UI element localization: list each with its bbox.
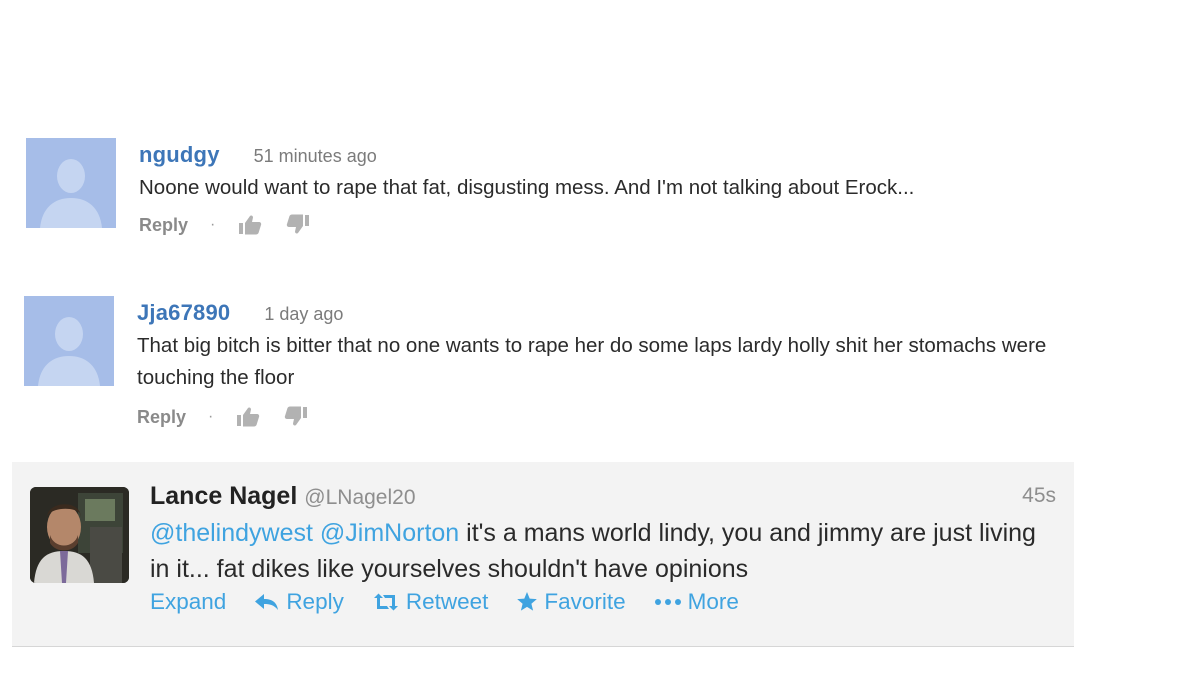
reply-arrow-icon (254, 593, 280, 611)
comment-timestamp[interactable]: 1 day ago (264, 304, 343, 325)
default-avatar[interactable] (26, 138, 116, 228)
retweet-label: Retweet (405, 589, 489, 614)
tweet-text: @thelindywest @JimNorton it's a mans wor… (150, 515, 1056, 587)
comment-text: Noone would want to rape that fat, disgu… (139, 176, 915, 199)
comment-text: That big bitch is bitter that no one wan… (137, 334, 1047, 389)
tweet-actions: Expand Reply Retweet Favorite More (150, 589, 1056, 615)
thumbs-up-icon[interactable] (237, 212, 263, 238)
tweet-author-name[interactable]: Lance Nagel (150, 482, 297, 511)
reply-label: Reply (286, 589, 344, 614)
mention-link[interactable]: @thelindywest (150, 519, 313, 547)
more-label: More (687, 589, 739, 614)
profile-photo (30, 487, 129, 583)
expand-label: Expand (150, 589, 227, 614)
comment-timestamp[interactable]: 51 minutes ago (254, 146, 377, 167)
page: ngudgy 51 minutes ago Noone would want t… (0, 0, 1200, 675)
mention-link[interactable]: @JimNorton (320, 519, 459, 547)
ellipsis-icon (654, 597, 682, 607)
star-icon (516, 591, 538, 613)
tweet-avatar[interactable] (30, 487, 129, 583)
user-silhouette-icon (26, 138, 116, 228)
thumbs-down-icon[interactable] (285, 212, 311, 238)
favorite-button[interactable]: Favorite (516, 589, 626, 615)
more-button[interactable]: More (654, 589, 739, 615)
expand-link[interactable]: Expand (150, 589, 226, 615)
default-avatar[interactable] (24, 296, 114, 386)
reply-button[interactable]: Reply (137, 407, 186, 428)
tweet-author-handle[interactable]: @LNagel20 (304, 486, 415, 510)
retweet-icon (372, 593, 400, 611)
comment-username[interactable]: ngudgy (139, 142, 220, 168)
retweet-button[interactable]: Retweet (372, 589, 489, 615)
reply-button[interactable]: Reply (139, 215, 188, 236)
separator-dot: · (210, 216, 216, 233)
tweet-card[interactable]: Lance Nagel @LNagel20 45s @thelindywest … (12, 462, 1074, 647)
reply-button[interactable]: Reply (254, 589, 344, 615)
comment-username[interactable]: Jja67890 (137, 300, 230, 326)
separator-dot: · (208, 408, 214, 425)
thumbs-up-icon[interactable] (235, 404, 261, 430)
tweet-timestamp[interactable]: 45s (1022, 484, 1056, 508)
favorite-label: Favorite (544, 589, 626, 614)
user-silhouette-icon (24, 296, 114, 386)
thumbs-down-icon[interactable] (283, 404, 309, 430)
